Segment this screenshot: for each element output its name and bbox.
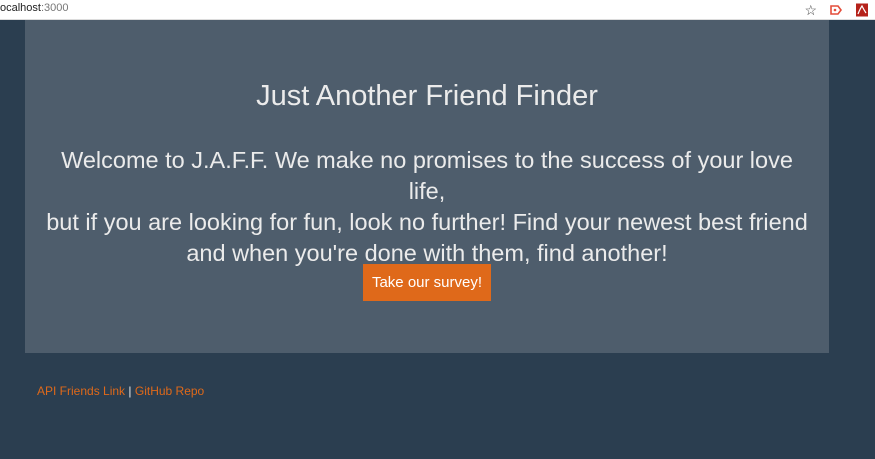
pdf-icon[interactable] <box>855 3 869 17</box>
url-field[interactable]: ocalhost:3000 <box>0 2 69 14</box>
jumbotron-panel: Just Another Friend Finder Welcome to J.… <box>25 20 829 353</box>
bookmark-star-icon[interactable]: ☆ <box>804 0 817 20</box>
welcome-text: Welcome to J.A.F.F. We make no promises … <box>45 145 809 269</box>
welcome-line-3: and when you're done with them, find ano… <box>186 240 668 266</box>
browser-address-bar: ocalhost:3000 ☆ <box>0 0 875 20</box>
welcome-line-1: Welcome to J.A.F.F. We make no promises … <box>61 147 793 204</box>
github-repo-link[interactable]: GitHub Repo <box>135 384 204 398</box>
take-survey-button[interactable]: Take our survey! <box>363 264 491 301</box>
footer-links: API Friends Link | GitHub Repo <box>37 384 204 398</box>
footer-separator: | <box>128 384 132 398</box>
browser-toolbar-icons: ☆ <box>804 0 869 20</box>
welcome-line-2: but if you are looking for fun, look no … <box>46 209 808 235</box>
extension-arrow-icon[interactable] <box>829 3 843 17</box>
url-port: :3000 <box>40 2 69 14</box>
url-host: ocalhost <box>0 2 41 14</box>
api-friends-link[interactable]: API Friends Link <box>37 384 125 398</box>
page-title: Just Another Friend Finder <box>256 80 598 112</box>
